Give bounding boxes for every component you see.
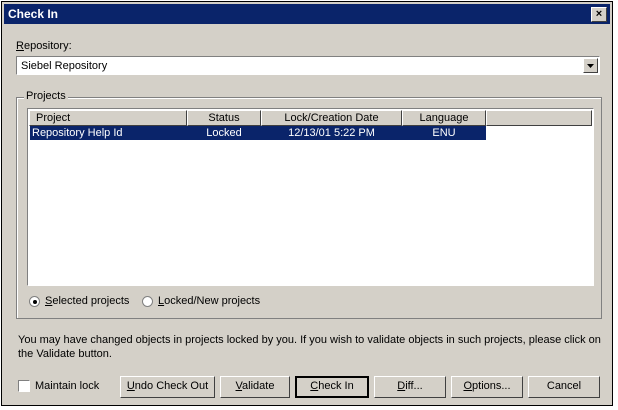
close-button[interactable]: × — [591, 7, 607, 22]
title-bar[interactable]: Check In × — [4, 4, 610, 24]
chevron-down-icon — [587, 64, 594, 68]
diff-button[interactable]: Diff... — [374, 376, 446, 398]
check-in-button[interactable]: Check In — [295, 376, 369, 398]
column-header-date[interactable]: Lock/Creation Date — [261, 110, 402, 126]
maintain-lock-checkbox[interactable] — [18, 380, 30, 392]
maintain-lock-label[interactable]: Maintain lock — [35, 380, 99, 392]
repository-value: Siebel Repository — [21, 60, 108, 72]
repository-label: Repository: — [16, 40, 72, 52]
projects-group-label: Projects — [24, 90, 68, 102]
column-header-status[interactable]: Status — [187, 110, 261, 126]
cell-language: ENU — [432, 127, 456, 139]
radio-dot — [33, 300, 37, 304]
cell-status: Locked — [206, 127, 242, 139]
column-header-empty — [486, 110, 592, 126]
window-title: Check In — [8, 7, 59, 21]
locked-new-projects-label[interactable]: Locked/New projects — [158, 295, 260, 307]
cancel-button[interactable]: Cancel — [528, 376, 600, 398]
selected-projects-label[interactable]: Selected projects — [45, 295, 129, 307]
undo-check-out-button[interactable]: Undo Check Out — [120, 376, 215, 398]
selected-projects-radio[interactable] — [29, 296, 40, 307]
column-header-language[interactable]: Language — [402, 110, 486, 126]
options-button[interactable]: Options... — [451, 376, 523, 398]
locked-new-projects-radio[interactable] — [142, 296, 153, 307]
projects-list[interactable]: Project Status Lock/Creation Date Langua… — [27, 108, 594, 286]
validate-button[interactable]: Validate — [220, 376, 290, 398]
cell-project: Repository Help Id — [32, 127, 123, 139]
column-header-project[interactable]: Project — [29, 110, 187, 126]
dropdown-button[interactable] — [583, 58, 598, 73]
repository-dropdown[interactable]: Siebel Repository — [16, 56, 600, 75]
close-icon: × — [595, 8, 603, 20]
table-row[interactable]: Repository Help Id Locked 12/13/01 5:22 … — [30, 126, 486, 140]
cell-date: 12/13/01 5:22 PM — [288, 127, 375, 139]
check-in-dialog: Check In × Repository: Siebel Repository… — [1, 1, 613, 406]
validate-message: You may have changed objects in projects… — [18, 334, 601, 360]
